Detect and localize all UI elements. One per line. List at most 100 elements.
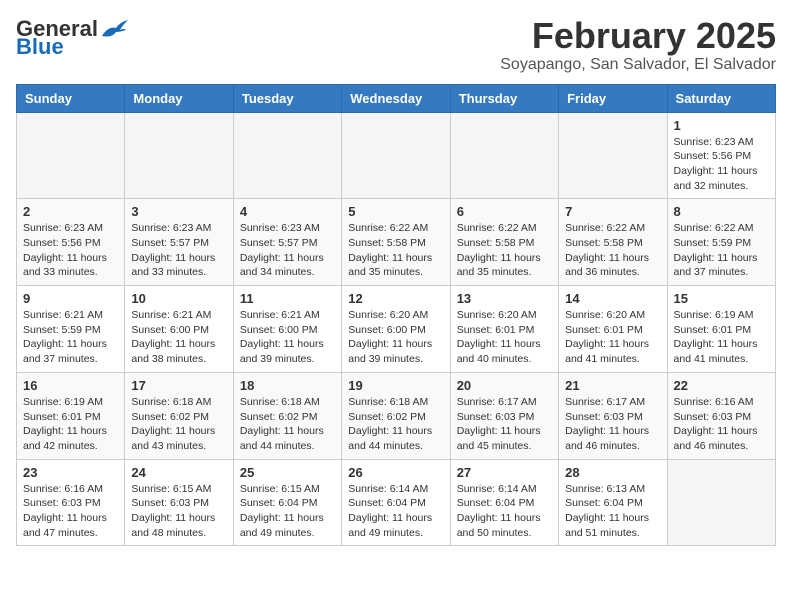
calendar-cell: 11 Sunrise: 6:21 AM Sunset: 6:00 PM Dayli…	[233, 286, 341, 373]
day-number: 12	[348, 291, 443, 306]
weekday-header-wednesday: Wednesday	[342, 84, 450, 112]
calendar-cell: 18 Sunrise: 6:18 AM Sunset: 6:02 PM Dayli…	[233, 372, 341, 459]
calendar-cell: 3Sunrise: 6:23 AM Sunset: 5:57 PM Daylig…	[125, 199, 233, 286]
calendar-cell: 20 Sunrise: 6:17 AM Sunset: 6:03 PM Dayli…	[450, 372, 558, 459]
day-info: Sunrise: 6:20 AM Sunset: 6:00 PM Dayligh…	[348, 308, 443, 367]
calendar-cell: 22 Sunrise: 6:16 AM Sunset: 6:03 PM Dayli…	[667, 372, 775, 459]
calendar-cell: 23 Sunrise: 6:16 AM Sunset: 6:03 PM Dayli…	[17, 459, 125, 546]
calendar-cell: 7 Sunrise: 6:22 AM Sunset: 5:58 PM Daylig…	[559, 199, 667, 286]
day-number: 2	[23, 204, 118, 219]
day-info: Sunrise: 6:21 AM Sunset: 6:00 PM Dayligh…	[131, 308, 226, 367]
calendar-week-2: 2 Sunrise: 6:23 AM Sunset: 5:56 PM Daylig…	[17, 199, 776, 286]
day-info: Sunrise: 6:21 AM Sunset: 5:59 PM Dayligh…	[23, 308, 118, 367]
day-info: Sunrise: 6:19 AM Sunset: 6:01 PM Dayligh…	[674, 308, 769, 367]
calendar-week-3: 9 Sunrise: 6:21 AM Sunset: 5:59 PM Daylig…	[17, 286, 776, 373]
day-number: 1	[674, 118, 769, 133]
day-info: Sunrise: 6:19 AM Sunset: 6:01 PM Dayligh…	[23, 395, 118, 454]
day-number: 6	[457, 204, 552, 219]
day-number: 3	[131, 204, 226, 219]
day-number: 28	[565, 465, 660, 480]
day-number: 9	[23, 291, 118, 306]
calendar-cell: 4 Sunrise: 6:23 AM Sunset: 5:57 PM Daylig…	[233, 199, 341, 286]
calendar-cell: 24 Sunrise: 6:15 AM Sunset: 6:03 PM Dayli…	[125, 459, 233, 546]
day-number: 7	[565, 204, 660, 219]
calendar-cell: 8 Sunrise: 6:22 AM Sunset: 5:59 PM Daylig…	[667, 199, 775, 286]
weekday-header-monday: Monday	[125, 84, 233, 112]
calendar-cell: 28 Sunrise: 6:13 AM Sunset: 6:04 PM Dayli…	[559, 459, 667, 546]
day-number: 13	[457, 291, 552, 306]
calendar-cell	[342, 112, 450, 199]
day-number: 15	[674, 291, 769, 306]
day-number: 21	[565, 378, 660, 393]
day-info: Sunrise: 6:23 AM Sunset: 5:56 PM Dayligh…	[23, 221, 118, 280]
calendar-cell: 13 Sunrise: 6:20 AM Sunset: 6:01 PM Dayli…	[450, 286, 558, 373]
day-number: 20	[457, 378, 552, 393]
weekday-header-sunday: Sunday	[17, 84, 125, 112]
day-info: Sunrise: 6:20 AM Sunset: 6:01 PM Dayligh…	[457, 308, 552, 367]
day-info: Sunrise: 6:16 AM Sunset: 6:03 PM Dayligh…	[674, 395, 769, 454]
calendar-week-5: 23 Sunrise: 6:16 AM Sunset: 6:03 PM Dayli…	[17, 459, 776, 546]
day-number: 4	[240, 204, 335, 219]
weekday-header-friday: Friday	[559, 84, 667, 112]
day-info: Sunrise: 6:14 AM Sunset: 6:04 PM Dayligh…	[457, 482, 552, 541]
calendar-cell: 17Sunrise: 6:18 AM Sunset: 6:02 PM Dayli…	[125, 372, 233, 459]
calendar-cell: 9 Sunrise: 6:21 AM Sunset: 5:59 PM Daylig…	[17, 286, 125, 373]
day-number: 24	[131, 465, 226, 480]
day-info: Sunrise: 6:15 AM Sunset: 6:04 PM Dayligh…	[240, 482, 335, 541]
day-number: 16	[23, 378, 118, 393]
day-number: 11	[240, 291, 335, 306]
calendar-cell: 1Sunrise: 6:23 AM Sunset: 5:56 PM Daylig…	[667, 112, 775, 199]
calendar-cell	[667, 459, 775, 546]
day-number: 26	[348, 465, 443, 480]
calendar-cell	[17, 112, 125, 199]
day-number: 19	[348, 378, 443, 393]
calendar-cell: 19 Sunrise: 6:18 AM Sunset: 6:02 PM Dayli…	[342, 372, 450, 459]
day-info: Sunrise: 6:21 AM Sunset: 6:00 PM Dayligh…	[240, 308, 335, 367]
day-info: Sunrise: 6:15 AM Sunset: 6:03 PM Dayligh…	[131, 482, 226, 541]
day-info: Sunrise: 6:22 AM Sunset: 5:58 PM Dayligh…	[348, 221, 443, 280]
calendar-cell: 21 Sunrise: 6:17 AM Sunset: 6:03 PM Dayli…	[559, 372, 667, 459]
calendar-table: SundayMondayTuesdayWednesdayThursdayFrid…	[16, 84, 776, 547]
day-number: 14	[565, 291, 660, 306]
day-info: Sunrise: 6:18 AM Sunset: 6:02 PM Dayligh…	[131, 395, 226, 454]
page-header: General Blue February 2025 Soyapango, Sa…	[16, 16, 776, 74]
day-info: Sunrise: 6:14 AM Sunset: 6:04 PM Dayligh…	[348, 482, 443, 541]
day-info: Sunrise: 6:17 AM Sunset: 6:03 PM Dayligh…	[457, 395, 552, 454]
calendar-cell: 27 Sunrise: 6:14 AM Sunset: 6:04 PM Dayli…	[450, 459, 558, 546]
calendar-week-1: 1Sunrise: 6:23 AM Sunset: 5:56 PM Daylig…	[17, 112, 776, 199]
day-info: Sunrise: 6:16 AM Sunset: 6:03 PM Dayligh…	[23, 482, 118, 541]
day-number: 22	[674, 378, 769, 393]
weekday-header-tuesday: Tuesday	[233, 84, 341, 112]
day-info: Sunrise: 6:13 AM Sunset: 6:04 PM Dayligh…	[565, 482, 660, 541]
day-info: Sunrise: 6:18 AM Sunset: 6:02 PM Dayligh…	[348, 395, 443, 454]
calendar-cell: 12 Sunrise: 6:20 AM Sunset: 6:00 PM Dayli…	[342, 286, 450, 373]
calendar-cell: 16 Sunrise: 6:19 AM Sunset: 6:01 PM Dayli…	[17, 372, 125, 459]
day-info: Sunrise: 6:17 AM Sunset: 6:03 PM Dayligh…	[565, 395, 660, 454]
calendar-cell: 14 Sunrise: 6:20 AM Sunset: 6:01 PM Dayli…	[559, 286, 667, 373]
logo-bird-icon	[100, 18, 128, 40]
day-number: 5	[348, 204, 443, 219]
calendar-cell: 26 Sunrise: 6:14 AM Sunset: 6:04 PM Dayli…	[342, 459, 450, 546]
day-number: 23	[23, 465, 118, 480]
logo: General Blue	[16, 16, 128, 60]
day-info: Sunrise: 6:18 AM Sunset: 6:02 PM Dayligh…	[240, 395, 335, 454]
calendar-cell	[450, 112, 558, 199]
day-info: Sunrise: 6:22 AM Sunset: 5:58 PM Dayligh…	[565, 221, 660, 280]
calendar-cell: 2 Sunrise: 6:23 AM Sunset: 5:56 PM Daylig…	[17, 199, 125, 286]
day-number: 8	[674, 204, 769, 219]
calendar-cell: 10 Sunrise: 6:21 AM Sunset: 6:00 PM Dayli…	[125, 286, 233, 373]
calendar-week-4: 16 Sunrise: 6:19 AM Sunset: 6:01 PM Dayli…	[17, 372, 776, 459]
title-section: February 2025 Soyapango, San Salvador, E…	[500, 16, 776, 74]
day-info: Sunrise: 6:20 AM Sunset: 6:01 PM Dayligh…	[565, 308, 660, 367]
calendar-cell: 25Sunrise: 6:15 AM Sunset: 6:04 PM Dayli…	[233, 459, 341, 546]
day-number: 27	[457, 465, 552, 480]
day-info: Sunrise: 6:22 AM Sunset: 5:58 PM Dayligh…	[457, 221, 552, 280]
logo-blue-text: Blue	[16, 34, 64, 60]
calendar-cell: 5 Sunrise: 6:22 AM Sunset: 5:58 PM Daylig…	[342, 199, 450, 286]
day-info: Sunrise: 6:22 AM Sunset: 5:59 PM Dayligh…	[674, 221, 769, 280]
calendar-cell: 15 Sunrise: 6:19 AM Sunset: 6:01 PM Dayli…	[667, 286, 775, 373]
day-number: 18	[240, 378, 335, 393]
month-title: February 2025	[500, 16, 776, 56]
day-number: 10	[131, 291, 226, 306]
day-info: Sunrise: 6:23 AM Sunset: 5:57 PM Dayligh…	[240, 221, 335, 280]
